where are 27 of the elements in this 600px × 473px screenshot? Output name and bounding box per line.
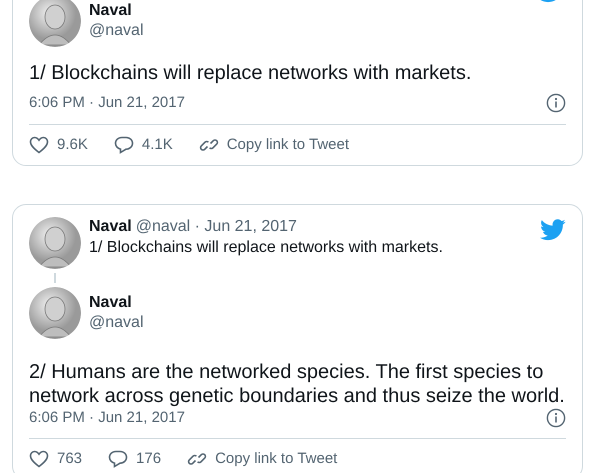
avatar[interactable] xyxy=(29,0,81,47)
info-icon[interactable] xyxy=(546,408,566,428)
copy-link-button[interactable]: Copy link to Tweet xyxy=(187,449,338,469)
tweet-text: 1/ Blockchains will replace networks with markets. xyxy=(89,238,443,258)
reply-button[interactable]: 176 xyxy=(108,449,162,469)
tweet-meta: @naval · Jun 21, 2017 xyxy=(136,217,297,237)
reply-button[interactable]: 4.1K xyxy=(114,135,173,155)
heart-icon xyxy=(29,136,49,154)
tweet-time[interactable]: 6:06 PM · Jun 21, 2017 xyxy=(29,93,185,113)
author-name[interactable]: Naval xyxy=(89,217,132,237)
copy-link-button[interactable]: Copy link to Tweet xyxy=(198,135,350,155)
speech-bubble-icon xyxy=(114,136,134,154)
author-handle[interactable]: @naval xyxy=(89,313,144,333)
avatar[interactable] xyxy=(29,217,81,269)
like-button[interactable]: 763 xyxy=(29,449,82,469)
speech-bubble-icon xyxy=(108,450,128,468)
author-handle[interactable]: @naval xyxy=(89,21,144,41)
info-icon[interactable] xyxy=(546,93,566,113)
bird-icon[interactable] xyxy=(540,219,566,241)
tweet-text: 1/ Blockchains will replace networks with markets. xyxy=(29,61,472,86)
author-name[interactable]: Naval xyxy=(89,293,144,313)
like-button[interactable]: 9.6K xyxy=(29,135,88,155)
author-name[interactable]: Naval xyxy=(89,1,144,21)
heart-icon xyxy=(29,450,49,468)
tweet-text: 2/ Humans are the networked species. The first species to network across genetic boundaries and thus seize the world. xyxy=(29,360,566,408)
avatar[interactable] xyxy=(29,287,81,339)
tweet-time[interactable]: 6:06 PM · Jun 21, 2017 xyxy=(29,408,185,428)
